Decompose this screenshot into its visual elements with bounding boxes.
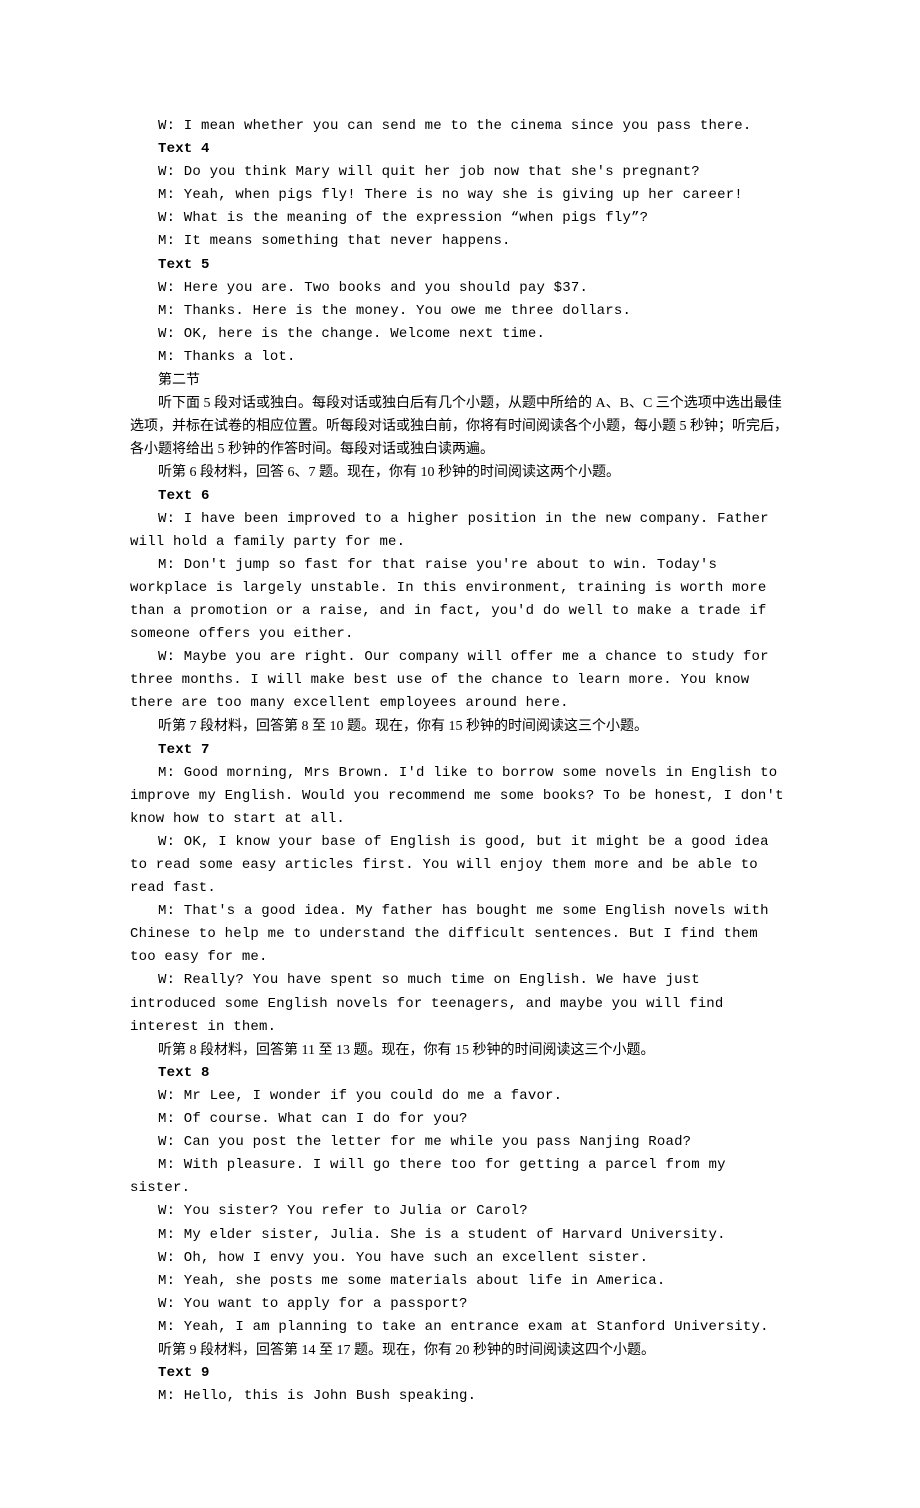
body-line: 听第 9 段材料，回答第 14 至 17 题。现在，你有 20 秒钟的时间阅读这… bbox=[130, 1339, 790, 1362]
document-page: W: I mean whether you can send me to the… bbox=[0, 0, 920, 1508]
body-line: W: Maybe you are right. Our company will… bbox=[130, 646, 790, 715]
body-line: W: I have been improved to a higher posi… bbox=[130, 508, 790, 554]
body-line: M: Yeah, I am planning to take an entran… bbox=[130, 1316, 790, 1339]
body-line: M: It means something that never happens… bbox=[130, 230, 790, 253]
body-line: W: OK, here is the change. Welcome next … bbox=[130, 323, 790, 346]
body-line: M: Yeah, when pigs fly! There is no way … bbox=[130, 184, 790, 207]
body-line: W: Mr Lee, I wonder if you could do me a… bbox=[130, 1085, 790, 1108]
body-line: W: Really? You have spent so much time o… bbox=[130, 969, 790, 1038]
body-line: M: Yeah, she posts me some materials abo… bbox=[130, 1270, 790, 1293]
body-line: M: Thanks a lot. bbox=[130, 346, 790, 369]
body-line: M: With pleasure. I will go there too fo… bbox=[130, 1154, 790, 1200]
body-line: W: OK, I know your base of English is go… bbox=[130, 831, 790, 900]
body-line: M: That's a good idea. My father has bou… bbox=[130, 900, 790, 969]
body-line: W: What is the meaning of the expression… bbox=[130, 207, 790, 230]
body-line: M: Thanks. Here is the money. You owe me… bbox=[130, 300, 790, 323]
body-line: W: I mean whether you can send me to the… bbox=[130, 115, 790, 138]
body-line: M: My elder sister, Julia. She is a stud… bbox=[130, 1224, 790, 1247]
section-heading: Text 9 bbox=[130, 1362, 790, 1385]
section-heading: Text 6 bbox=[130, 485, 790, 508]
body-line: 听下面 5 段对话或独白。每段对话或独白后有几个小题，从题中所给的 A、B、C … bbox=[130, 392, 790, 461]
body-line: W: You want to apply for a passport? bbox=[130, 1293, 790, 1316]
body-line: 听第 6 段材料，回答 6、7 题。现在，你有 10 秒钟的时间阅读这两个小题。 bbox=[130, 461, 790, 484]
body-line: 第二节 bbox=[130, 369, 790, 392]
body-line: W: Oh, how I envy you. You have such an … bbox=[130, 1247, 790, 1270]
section-heading: Text 5 bbox=[130, 254, 790, 277]
body-line: 听第 7 段材料，回答第 8 至 10 题。现在，你有 15 秒钟的时间阅读这三… bbox=[130, 715, 790, 738]
body-line: M: Of course. What can I do for you? bbox=[130, 1108, 790, 1131]
body-line: 听第 8 段材料，回答第 11 至 13 题。现在，你有 15 秒钟的时间阅读这… bbox=[130, 1039, 790, 1062]
body-line: W: You sister? You refer to Julia or Car… bbox=[130, 1200, 790, 1223]
section-heading: Text 8 bbox=[130, 1062, 790, 1085]
body-line: W: Do you think Mary will quit her job n… bbox=[130, 161, 790, 184]
document-body: W: I mean whether you can send me to the… bbox=[130, 115, 790, 1408]
body-line: M: Don't jump so fast for that raise you… bbox=[130, 554, 790, 646]
body-line: W: Here you are. Two books and you shoul… bbox=[130, 277, 790, 300]
body-line: M: Hello, this is John Bush speaking. bbox=[130, 1385, 790, 1408]
body-line: M: Good morning, Mrs Brown. I'd like to … bbox=[130, 762, 790, 831]
section-heading: Text 4 bbox=[130, 138, 790, 161]
section-heading: Text 7 bbox=[130, 739, 790, 762]
body-line: W: Can you post the letter for me while … bbox=[130, 1131, 790, 1154]
